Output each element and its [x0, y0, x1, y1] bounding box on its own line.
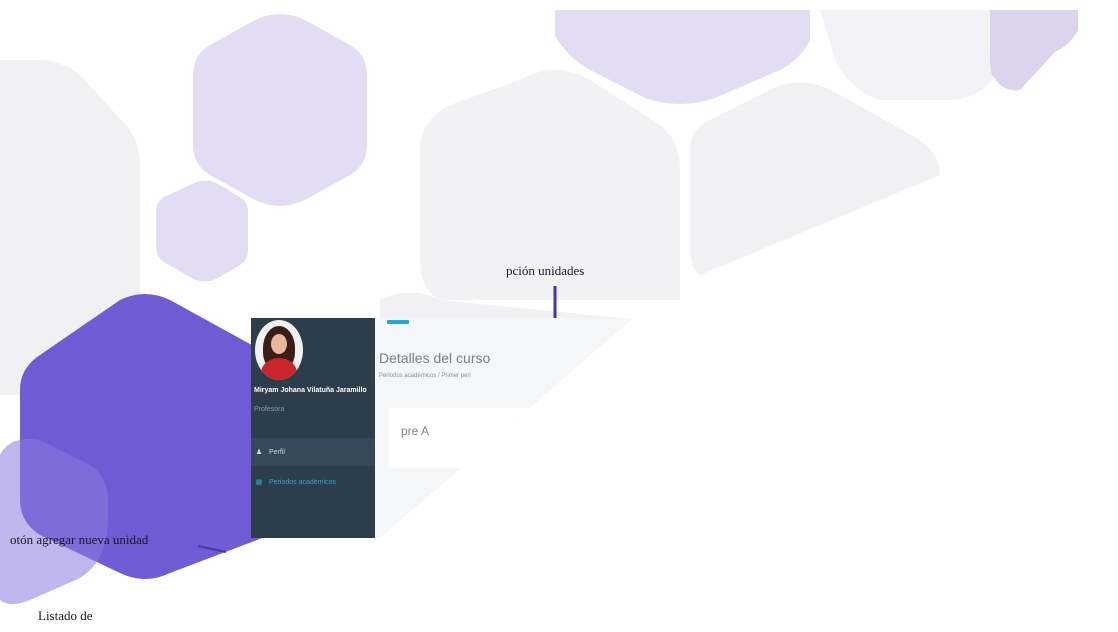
user-icon: ♟ [255, 449, 263, 456]
user-role: Profesora [254, 406, 285, 413]
breadcrumb[interactable]: Periodos académicos / Primer peri [379, 373, 471, 379]
sidebar: Miryam Johana Vilatuña Jaramillo Profeso… [251, 318, 375, 538]
avatar-face [271, 334, 287, 354]
hexagon-shape [193, 14, 367, 206]
avatar-body [261, 358, 297, 380]
card-text: pre A [401, 424, 430, 438]
accent-tab[interactable] [387, 320, 409, 324]
annotation-units-option: pción unidades [506, 263, 585, 278]
sidebar-item-label: Periodos académicos [269, 478, 336, 486]
calendar-icon: ▦ [255, 479, 263, 486]
sidebar-item-periodos[interactable]: ▦ Periodos académicos [251, 468, 375, 496]
sidebar-item-perfil[interactable]: ♟ Perfil [251, 438, 375, 466]
slide-canvas: Miryam Johana Vilatuña Jaramillo Profeso… [0, 0, 1118, 632]
avatar[interactable] [255, 320, 303, 380]
hexagon-shape [820, 10, 1000, 100]
hexagon-shape [990, 10, 1078, 91]
sidebar-item-label: Perfil [269, 448, 285, 456]
annotation-list: Listado de [38, 608, 93, 623]
page-title: Detalles del curso [379, 350, 491, 366]
user-name: Miryam Johana Vilatuña Jaramillo [254, 387, 367, 394]
hexagon-shape [690, 82, 940, 275]
annotation-add-unit-button: otón agregar nueva unidad [10, 532, 149, 547]
hexagon-shape [156, 180, 248, 282]
